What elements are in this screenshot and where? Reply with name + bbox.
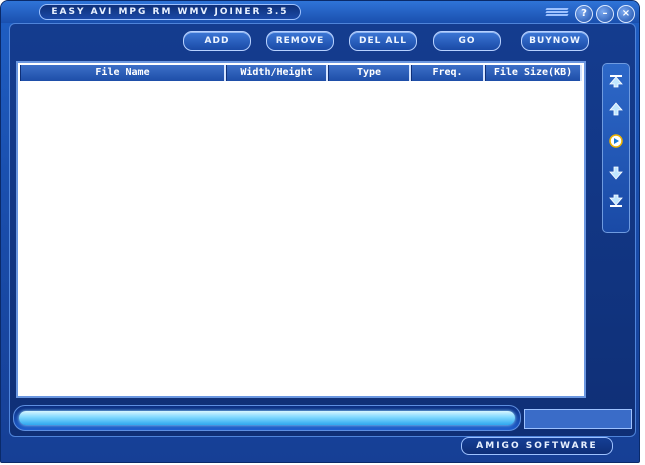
add-button[interactable]: ADD: [183, 31, 251, 51]
progress-bar: [13, 405, 521, 431]
move-down-icon[interactable]: [609, 166, 623, 180]
go-button[interactable]: GO: [433, 31, 501, 51]
move-top-icon[interactable]: [609, 74, 623, 88]
help-button[interactable]: ?: [575, 5, 593, 23]
buy-now-button[interactable]: BUYNOW: [521, 31, 589, 51]
play-icon[interactable]: [609, 134, 623, 148]
close-button[interactable]: ×: [617, 5, 635, 23]
column-width-height[interactable]: Width/Height: [226, 65, 328, 81]
window-title: EASY AVI MPG RM WMV JOINER 3.5: [39, 4, 301, 20]
remove-button[interactable]: REMOVE: [266, 31, 334, 51]
column-freq[interactable]: Freq.: [411, 65, 485, 81]
file-list[interactable]: File Name Width/Height Type Freq. File S…: [16, 61, 586, 398]
title-bar[interactable]: EASY AVI MPG RM WMV JOINER 3.5 ? – ×: [1, 1, 639, 23]
column-type[interactable]: Type: [328, 65, 411, 81]
progress-fill: [19, 411, 515, 425]
app-window: EASY AVI MPG RM WMV JOINER 3.5 ? – × ADD…: [0, 0, 640, 463]
status-box: [524, 409, 632, 429]
column-file-name[interactable]: File Name: [20, 65, 226, 81]
column-file-size[interactable]: File Size(KB): [485, 65, 582, 81]
file-list-header: File Name Width/Height Type Freq. File S…: [20, 65, 582, 81]
brand-label: AMIGO SOFTWARE: [461, 437, 613, 455]
move-bottom-icon[interactable]: [609, 194, 623, 208]
order-toolbar: [602, 63, 630, 233]
minimize-button[interactable]: –: [596, 5, 614, 23]
delete-all-button[interactable]: DEL ALL: [349, 31, 417, 51]
move-up-icon[interactable]: [609, 102, 623, 116]
menu-stripes-icon[interactable]: [545, 7, 569, 19]
